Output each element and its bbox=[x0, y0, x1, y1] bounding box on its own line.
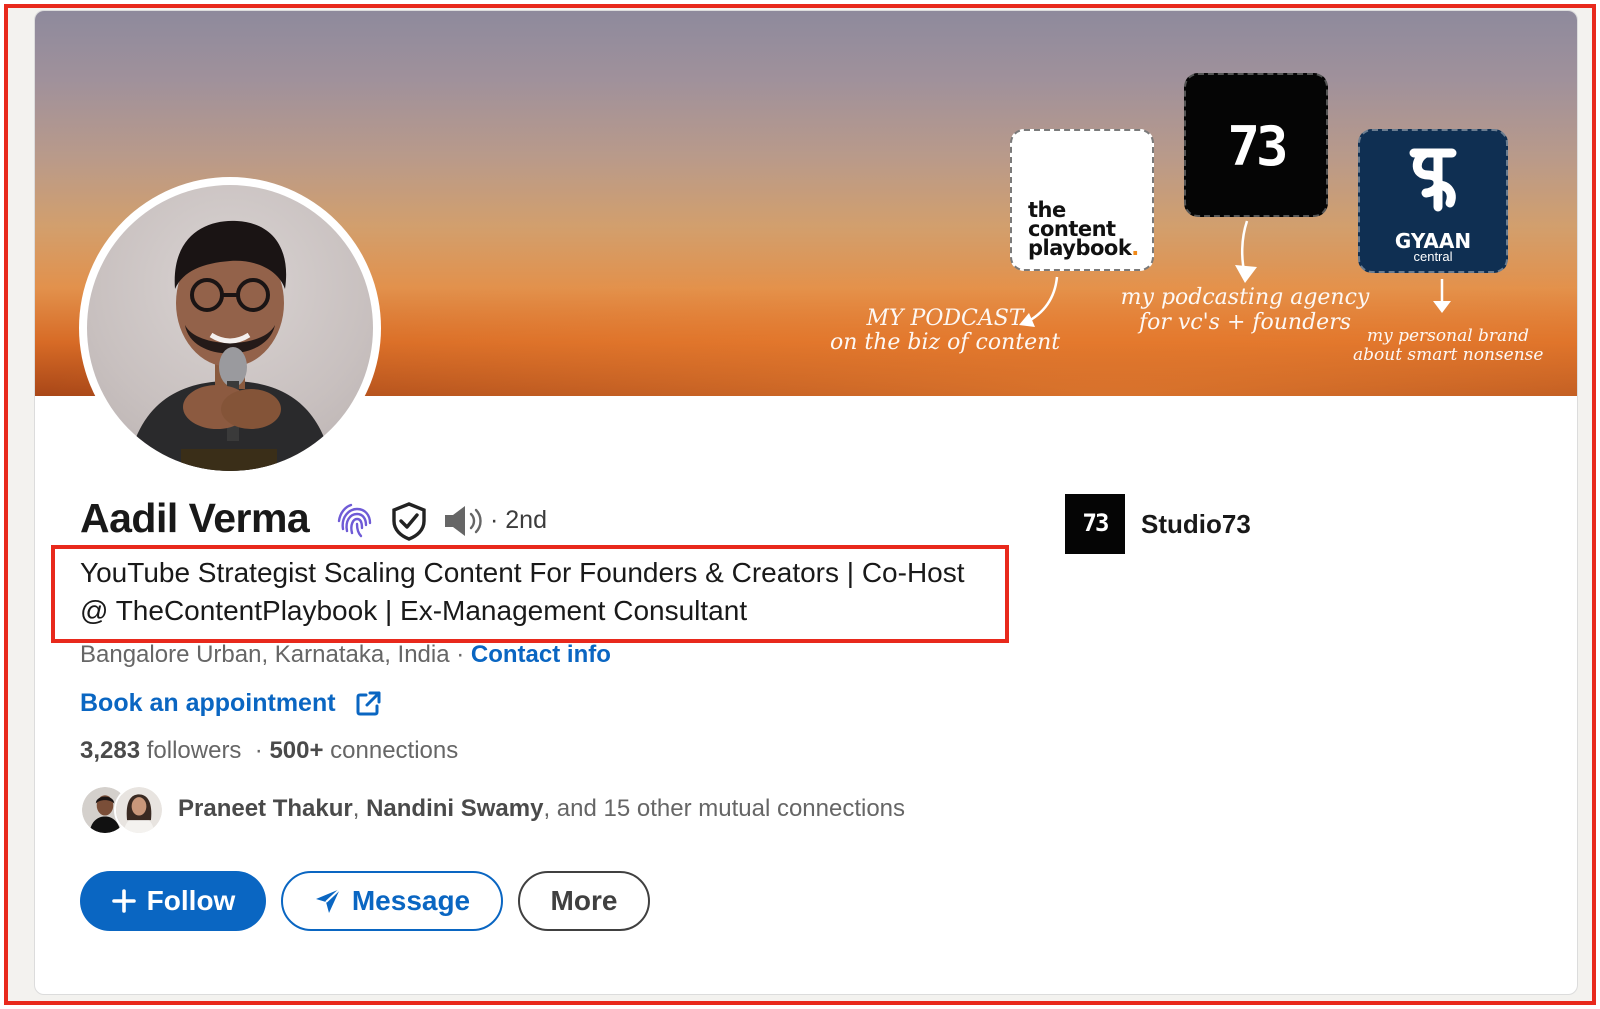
profile-name: Aadil Verma bbox=[80, 495, 310, 541]
connections-label: connections bbox=[323, 737, 459, 764]
brand-note-line-1: my personal brand bbox=[1366, 326, 1530, 346]
mutual-avatar-2 bbox=[114, 785, 164, 835]
podcast-note-line-1: MY PODCAST bbox=[866, 306, 1024, 331]
mutual-connections-text: Praneet Thakur, Nandini Swamy, and 15 ot… bbox=[178, 795, 905, 823]
book-appointment-label: Book an appointment bbox=[80, 689, 336, 717]
agency-note-line-1: my podcasting agency bbox=[1120, 285, 1370, 310]
content-playbook-logo: the content playbook. bbox=[1010, 129, 1154, 271]
profile-card: the content playbook. 73 GYAAN central M… bbox=[34, 10, 1578, 995]
podcast-note: MY PODCAST on the biz of content bbox=[830, 307, 1060, 355]
gyaan-sub: central bbox=[1413, 249, 1453, 264]
more-button[interactable]: More bbox=[518, 871, 650, 931]
follow-button[interactable]: Follow bbox=[80, 871, 266, 931]
playbook-line-3: playbook bbox=[1028, 236, 1132, 260]
studio73-logo-text: 73 bbox=[1082, 509, 1110, 537]
profile-headline: YouTube Strategist Scaling Content For F… bbox=[80, 557, 965, 626]
arrow-to-studio73-icon bbox=[1235, 220, 1257, 283]
followers-count[interactable]: 3,283 bbox=[80, 737, 140, 764]
send-icon bbox=[314, 887, 342, 915]
follow-label: Follow bbox=[146, 885, 236, 916]
location-separator: · bbox=[449, 641, 471, 668]
studio73-logo-tile: 73 bbox=[1184, 73, 1328, 217]
avatar[interactable] bbox=[87, 185, 373, 471]
mutual-name-2[interactable]: Nandini Swamy bbox=[366, 795, 543, 822]
verified-fingerprint-icon[interactable] bbox=[335, 501, 375, 541]
stats-separator: · bbox=[241, 737, 270, 764]
company-name: Studio73 bbox=[1141, 508, 1251, 539]
connections-count[interactable]: 500+ bbox=[269, 737, 323, 764]
mutual-separator: , bbox=[352, 795, 367, 822]
brand-note: my personal brand about smart nonsense bbox=[1353, 327, 1543, 365]
plus-icon bbox=[111, 888, 137, 914]
gyaan-glyph-icon bbox=[1409, 148, 1457, 212]
shield-check-icon[interactable] bbox=[389, 501, 429, 541]
studio73-logo-number: 73 bbox=[1227, 115, 1288, 178]
podcast-note-line-2: on the biz of content bbox=[830, 330, 1061, 355]
followers-label: followers bbox=[140, 737, 242, 764]
agency-note-line-2: for vc's + founders bbox=[1138, 310, 1352, 335]
brand-note-line-2: about smart nonsense bbox=[1353, 345, 1544, 365]
gyaan-central-logo: GYAAN central bbox=[1358, 129, 1508, 273]
arrow-to-gyaan-icon bbox=[1433, 279, 1451, 313]
external-link-icon bbox=[356, 691, 381, 715]
message-label: Message bbox=[351, 885, 471, 916]
more-label: More bbox=[550, 885, 618, 916]
avatar-photo bbox=[127, 220, 333, 471]
connection-degree: · 2nd bbox=[490, 506, 547, 534]
content-playbook-wordmark: the content playbook. bbox=[1028, 200, 1139, 260]
stats-row: 3,283 followers · 500+ connections bbox=[80, 737, 458, 765]
studio73-logo: 73 bbox=[1065, 494, 1125, 554]
playbook-dot: . bbox=[1131, 236, 1139, 260]
book-appointment-link[interactable]: Book an appointment bbox=[80, 689, 382, 718]
mutual-name-1[interactable]: Praneet Thakur bbox=[178, 795, 353, 822]
current-company[interactable]: 73 Studio73 bbox=[1065, 493, 1251, 555]
mutual-rest: , and 15 other mutual connections bbox=[543, 795, 906, 822]
mutual-connections[interactable]: Praneet Thakur, Nandini Swamy, and 15 ot… bbox=[80, 781, 905, 837]
speaker-icon[interactable] bbox=[441, 501, 485, 541]
mutual-avatars bbox=[80, 781, 170, 837]
contact-info-link[interactable]: Contact info bbox=[471, 641, 611, 668]
agency-note: my podcasting agency for vc's + founders bbox=[1120, 285, 1370, 335]
message-button[interactable]: Message bbox=[281, 871, 503, 931]
name-badges bbox=[335, 501, 485, 541]
location-text: Bangalore Urban, Karnataka, India bbox=[80, 641, 450, 668]
location-row: Bangalore Urban, Karnataka, India · Cont… bbox=[80, 641, 611, 669]
